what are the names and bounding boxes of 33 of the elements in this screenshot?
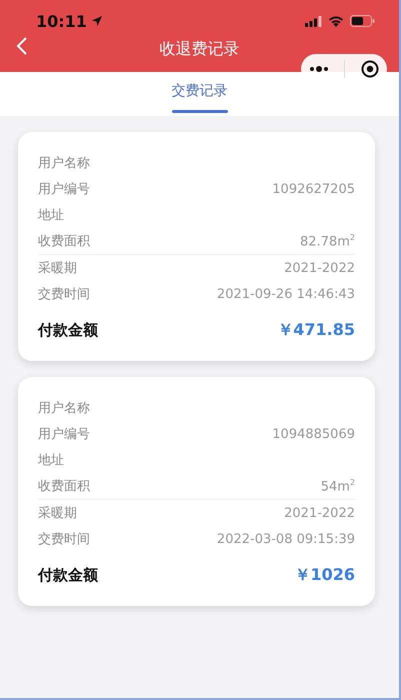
field-value: 2022-03-08 09:15:39 — [216, 532, 355, 546]
total-label: 付款金额 — [38, 320, 98, 340]
field-value: 1092627205 — [272, 182, 355, 196]
field-label: 交费时间 — [38, 531, 90, 548]
clock-time: 10:11 — [36, 12, 87, 30]
more-icon[interactable] — [308, 66, 329, 72]
field-label: 用户编号 — [38, 426, 90, 443]
field-value: 1094885069 — [272, 426, 355, 442]
back-icon[interactable] — [16, 36, 28, 56]
field-label: 采暖期 — [38, 505, 77, 522]
field-value: 82.78m$^{2}$ — [300, 232, 355, 250]
field-value: 2021-2022 — [284, 506, 355, 520]
tab[interactable]: 交费记录 — [172, 72, 228, 116]
field-label: 用户编号 — [38, 181, 90, 198]
page-title: 收退费记录 — [160, 38, 240, 60]
location-arrow-icon — [90, 15, 103, 27]
field-label: 用户名称 — [38, 155, 90, 172]
total-label: 付款金额 — [38, 566, 98, 584]
payment-amount: ￥1026 — [294, 564, 355, 586]
field-value: 2021-2022 — [284, 260, 355, 276]
field-label: 地址 — [38, 207, 64, 224]
field-label: 收费面积 — [38, 478, 90, 495]
signal-icon — [305, 16, 322, 26]
battery-icon — [350, 15, 375, 27]
field-label: 用户名称 — [38, 400, 90, 417]
field-label: 地址 — [38, 452, 64, 469]
field-label: 采暖期 — [38, 260, 77, 277]
field-value: 54m$^{2}$ — [320, 478, 355, 494]
field-label: 交费时间 — [38, 286, 90, 303]
field-label: 收费面积 — [38, 233, 90, 250]
wifi-icon — [328, 15, 344, 27]
field-value: 2021-09-26 14:46:43 — [216, 286, 355, 302]
payment-amount: ￥471.85 — [277, 320, 355, 340]
